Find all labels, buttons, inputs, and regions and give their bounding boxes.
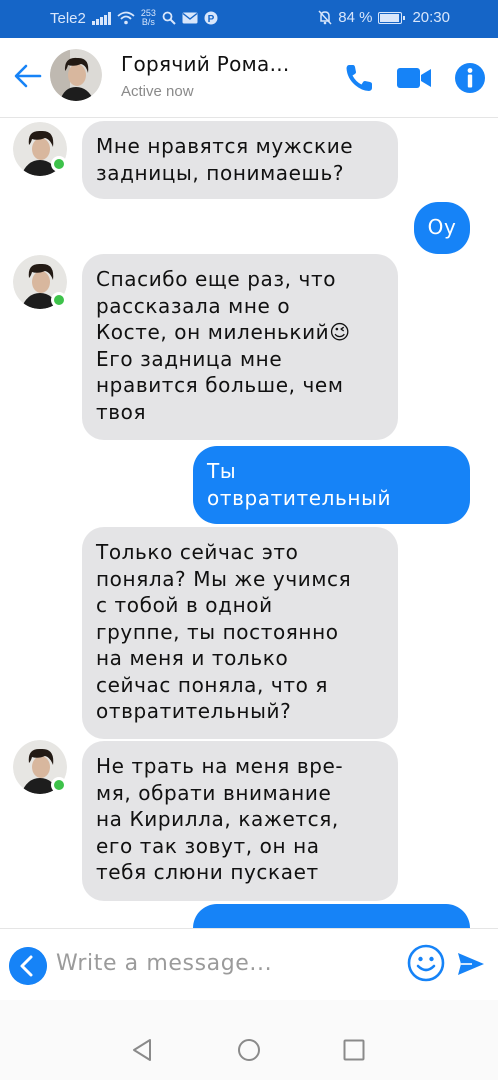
message-bubble-outgoing[interactable]: Оу [414,202,470,254]
status-bar-right: 84 % 20:30 [318,9,450,26]
message-bubble-incoming[interactable]: Только сейчас это поняла? Мы же учимся с… [82,527,398,739]
pinterest-icon: P [204,11,218,25]
status-bar: Tele2 253 B/s P 84 % 20:30 [0,0,498,38]
nav-home-icon[interactable] [237,1038,261,1062]
silent-bell-icon [318,10,332,25]
system-navigation-bar [0,1000,498,1080]
message-bubble-incoming[interactable]: Мне нравятся мужские задницы, понимаешь? [82,121,398,199]
clock: 20:30 [412,9,450,26]
nav-recents-icon[interactable] [343,1039,365,1061]
message-bubble-incoming[interactable]: Не трать на меня вре- мя, обрати внимани… [82,741,398,901]
phone-icon[interactable] [343,62,375,94]
status-bar-left: Tele2 253 B/s P [50,9,218,27]
avatar[interactable] [50,49,102,101]
mail-icon [182,12,198,24]
smiley-icon[interactable] [407,944,445,982]
message-input[interactable] [56,943,396,983]
message-bubble-incoming[interactable]: Спасибо еще раз, что рассказала мне о Ко… [82,254,398,440]
network-speed: 253 B/s [141,9,156,27]
message-bubble-outgoing[interactable]: Ты отвратительный [193,446,470,524]
contact-name[interactable]: Горячий Рома... [121,52,290,76]
online-indicator [51,777,67,793]
battery-percent: 84 % [338,9,373,26]
online-indicator [51,156,67,172]
send-icon[interactable] [456,949,486,979]
nav-back-icon[interactable] [130,1038,154,1062]
conversation-header: Горячий Рома... Active now [0,38,498,118]
online-indicator [51,292,67,308]
message-list[interactable]: Мне нравятся мужские задницы, понимаешь?… [0,119,498,928]
search-icon [162,11,176,25]
battery-icon [378,11,406,24]
presence-status: Active now [121,83,194,100]
back-arrow-icon[interactable] [12,60,44,92]
svg-text:P: P [208,14,215,25]
video-camera-icon[interactable] [396,62,432,94]
signal-strength-icon [91,11,111,25]
message-composer [0,928,498,1000]
carrier-label: Tele2 [50,9,86,27]
network-speed-unit: B/s [141,17,155,27]
wifi-icon [117,11,135,25]
chevron-left-icon[interactable] [9,947,47,985]
message-bubble-outgoing[interactable] [193,904,470,928]
info-icon[interactable] [454,62,486,94]
